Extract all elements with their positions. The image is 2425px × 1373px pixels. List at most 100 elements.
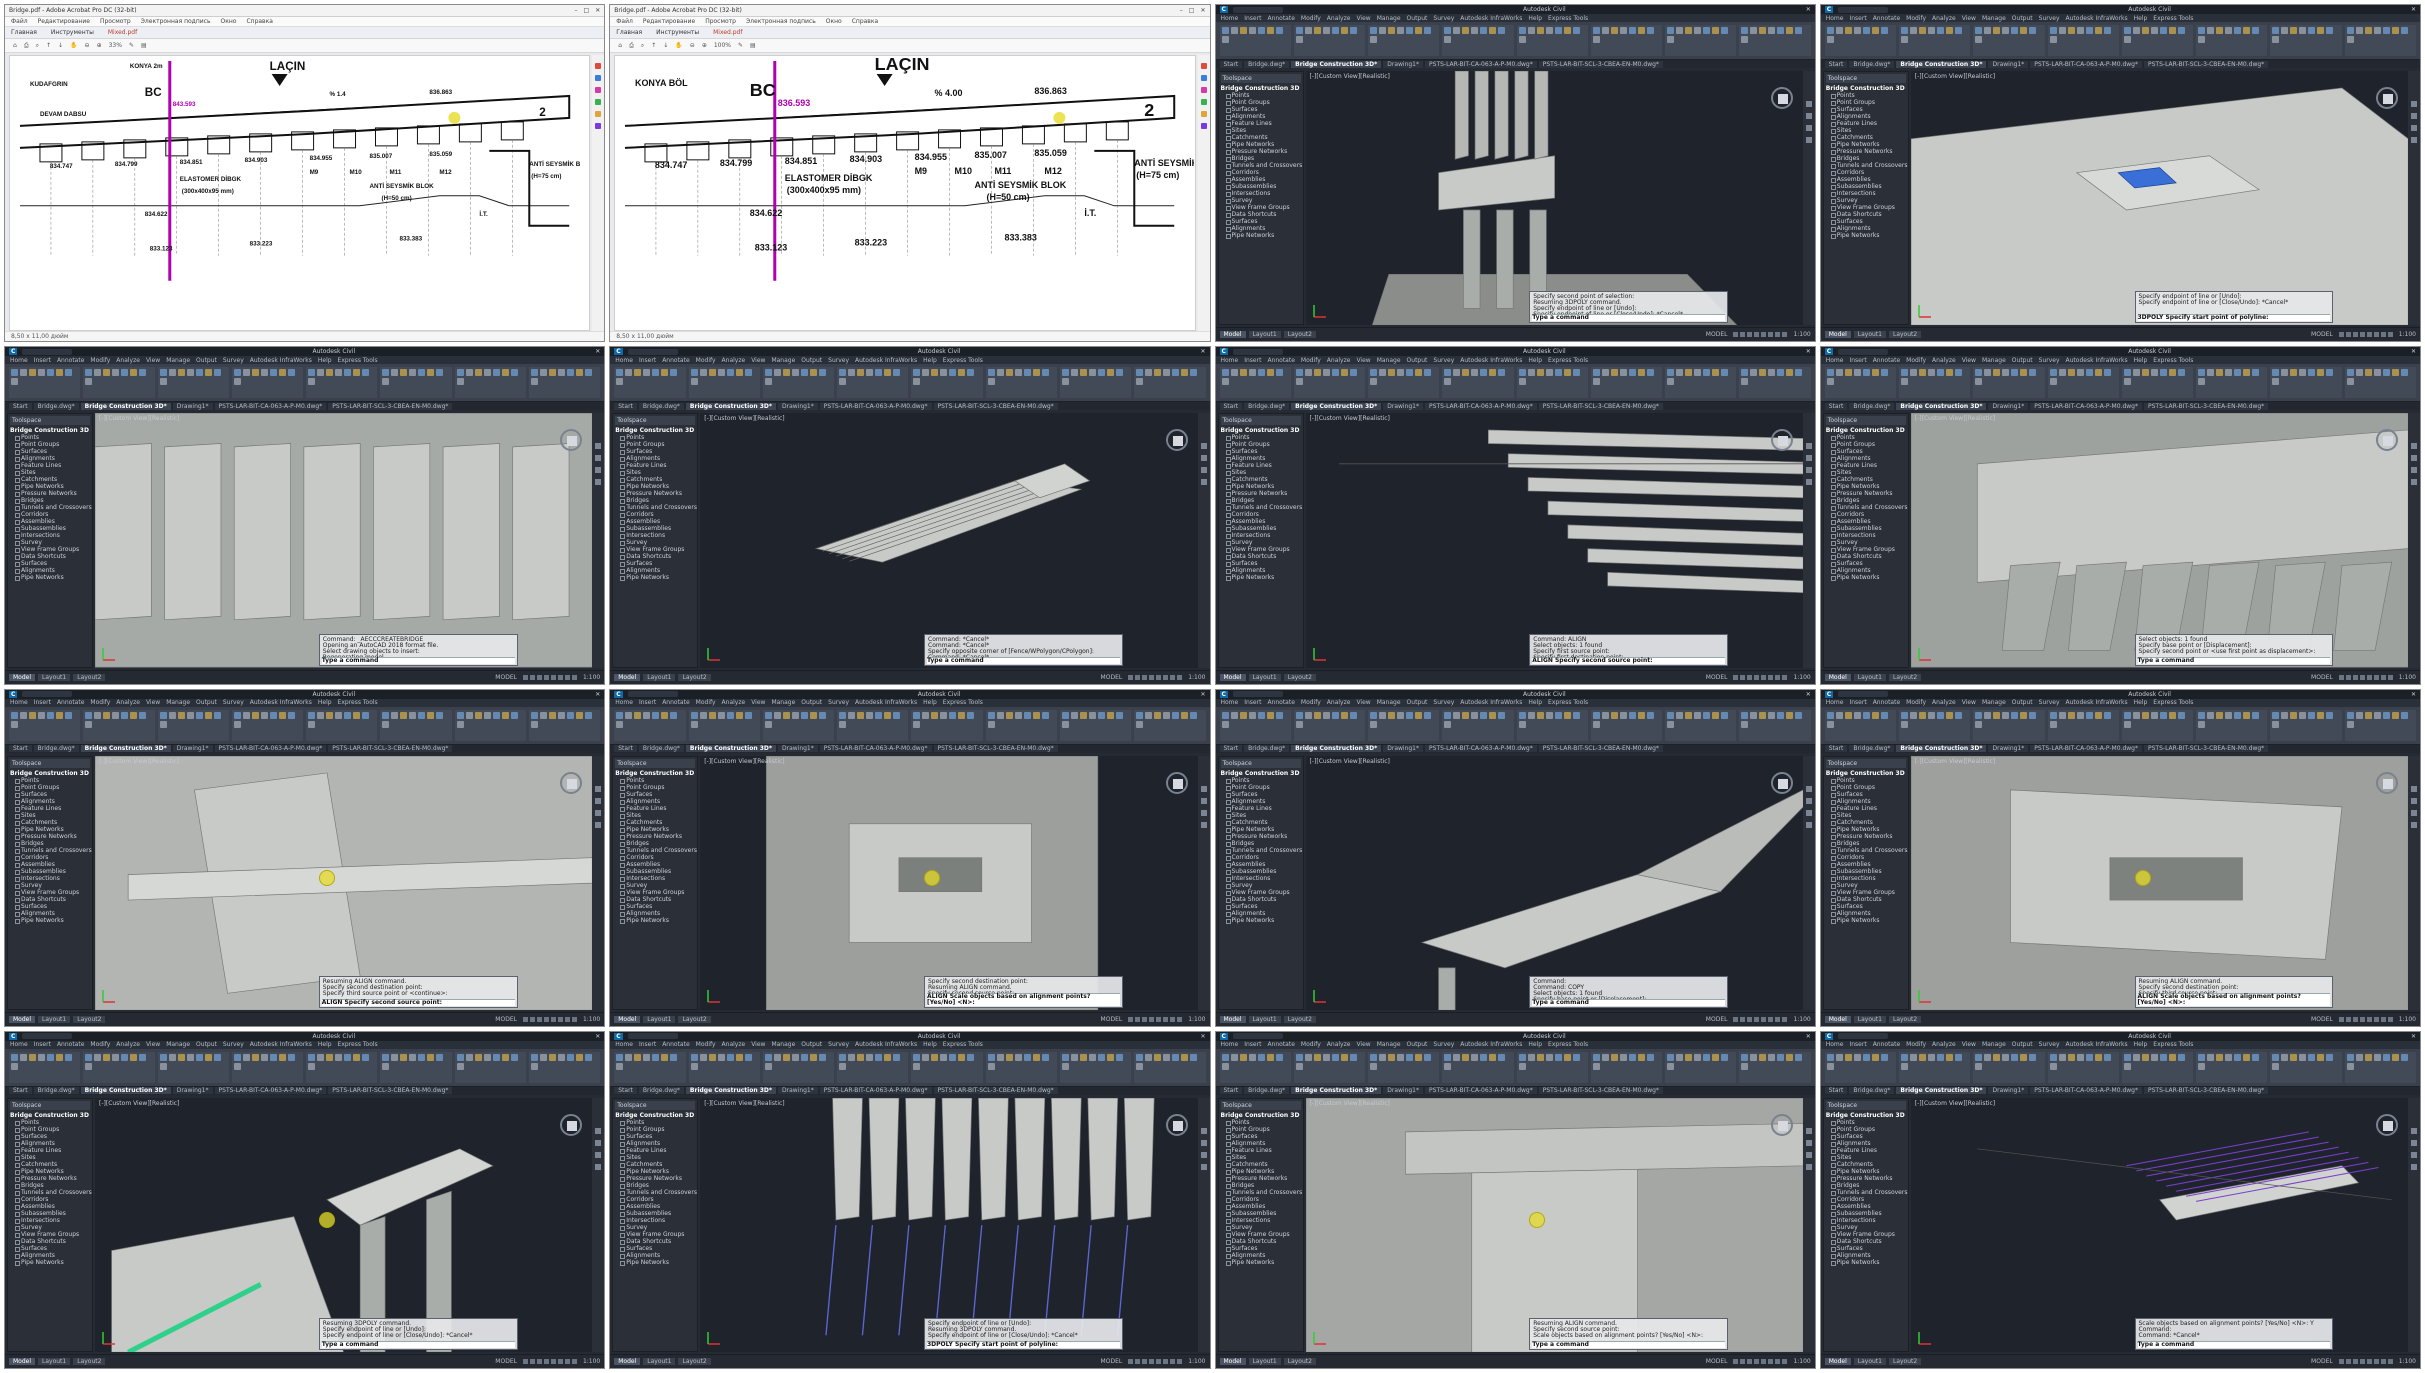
showmotion-icon[interactable] — [2411, 137, 2417, 143]
ribbon-tool-icon[interactable] — [2355, 369, 2363, 377]
ribbon-tool-icon[interactable] — [56, 369, 63, 377]
tree-item-1[interactable]: Point Groups — [1830, 441, 1906, 449]
ribbon-tool-icon[interactable] — [344, 369, 352, 377]
ribbon-tool-icon[interactable] — [530, 711, 538, 719]
ribbon-tool-icon[interactable] — [483, 369, 491, 377]
ribbon-tool-icon[interactable] — [391, 369, 399, 377]
ribbon-tab-8[interactable]: Survey — [1433, 15, 1454, 22]
ribbon-tool-icon[interactable] — [1190, 1053, 1198, 1061]
layout-tab-0[interactable]: Model — [614, 673, 641, 681]
ribbon-tool-icon[interactable] — [2364, 27, 2372, 34]
tree-item-8[interactable]: Pressure Networks — [1830, 490, 1906, 498]
prospector-tree[interactable]: Points Point Groups Surfaces Alignments Feat… — [1826, 777, 1907, 924]
ribbon-tool-icon[interactable] — [958, 711, 966, 719]
navigation-bar[interactable] — [2408, 71, 2420, 326]
ribbon-tab-7[interactable]: Output — [196, 357, 217, 364]
orbit-icon[interactable] — [1805, 125, 1812, 131]
ribbon-tool-icon[interactable] — [2159, 1053, 2167, 1061]
ribbon-tool-icon[interactable] — [1498, 369, 1506, 377]
menu-item-5[interactable]: Справка — [852, 18, 878, 25]
ribbon-tool-icon[interactable] — [195, 1053, 203, 1061]
ribbon-tool-icon[interactable] — [94, 711, 102, 719]
ribbon-tool-icon[interactable] — [1014, 369, 1022, 377]
ribbon-group-5[interactable] — [2196, 1051, 2268, 1083]
ribbon-tool-icon[interactable] — [1322, 711, 1330, 719]
tree-item-6[interactable]: Catchments — [1830, 476, 1906, 484]
ribbon-tool-icon[interactable] — [2225, 369, 2233, 377]
ribbon-tab-10[interactable]: Help — [1528, 15, 1542, 22]
tree-item-19[interactable]: Alignments — [1830, 225, 1906, 232]
menu-bar[interactable]: Файл Редактирование Просмотр Электронная по… — [5, 17, 605, 27]
ribbon-tool-icon[interactable] — [456, 1062, 464, 1070]
ribbon-tool-icon[interactable] — [764, 1053, 772, 1061]
toolspace-panel[interactable]: Toolspace Bridge Construction 3D Points P… — [612, 755, 699, 1010]
tree-item-9[interactable]: Bridges — [1830, 497, 1906, 505]
ribbon-tool-icon[interactable] — [1619, 1053, 1627, 1061]
orbit-icon[interactable] — [1200, 1151, 1207, 1158]
tree-item-11[interactable]: Corridors — [620, 511, 695, 519]
ribbon-tab-3[interactable]: Modify — [1301, 15, 1321, 22]
model-viewport[interactable]: [-][Custom View][Realistic] Specify seco… — [1305, 71, 1803, 326]
ribbon-tool-icon[interactable] — [1984, 711, 1992, 719]
ribbon-tool-icon[interactable] — [1480, 1053, 1488, 1061]
ribbon-tool-icon[interactable] — [1937, 711, 1945, 719]
tree-item-11[interactable]: Corridors — [15, 854, 90, 861]
ribbon-tab-0[interactable]: Home — [615, 699, 633, 706]
tree-item-14[interactable]: Intersections — [1830, 1217, 1906, 1224]
document-tab-5[interactable]: PSTS-LAR-BIT-SCL-3-CBEA-EN-M0.dwg* — [1538, 60, 1663, 68]
tree-item-20[interactable]: Pipe Networks — [1830, 917, 1906, 924]
ribbon-tab-0[interactable]: Home — [1221, 1041, 1239, 1048]
ribbon-tab-2[interactable]: Annotate — [662, 357, 689, 364]
orbit-icon[interactable] — [1805, 467, 1812, 474]
ribbon-tool-icon[interactable] — [1061, 720, 1069, 728]
viewcube-icon[interactable] — [1165, 429, 1188, 452]
tree-item-13[interactable]: Subassemblies — [620, 868, 695, 875]
ribbon-panel[interactable] — [1820, 364, 2420, 403]
prospector-tree[interactable]: Points Point Groups Surfaces Alignments Feat… — [1221, 92, 1302, 239]
ribbon-group-7[interactable] — [2344, 25, 2416, 56]
ribbon-tool-icon[interactable] — [1221, 378, 1229, 386]
tree-item-1[interactable]: Point Groups — [620, 784, 695, 791]
annotation-scale[interactable]: 1:100 — [1793, 1016, 1810, 1023]
ribbon-tool-icon[interactable] — [1444, 27, 1452, 34]
ribbon-tool-icon[interactable] — [2029, 711, 2037, 719]
ribbon-tool-icon[interactable] — [1592, 378, 1600, 386]
ribbon-tool-icon[interactable] — [1480, 27, 1488, 34]
tree-item-3[interactable]: Alignments — [1225, 1140, 1301, 1147]
zoom-icon[interactable] — [1805, 1139, 1812, 1146]
ribbon-tab-11[interactable]: Express Tools — [1548, 15, 1588, 22]
ribbon-tab-6[interactable]: Manage — [166, 357, 190, 364]
ribbon-tool-icon[interactable] — [65, 1053, 72, 1061]
ribbon-tool-icon[interactable] — [958, 369, 966, 377]
ribbon-tool-icon[interactable] — [913, 378, 921, 386]
ribbon-tool-icon[interactable] — [735, 711, 743, 719]
ribbon-tool-icon[interactable] — [1826, 1053, 1834, 1061]
ribbon-tool-icon[interactable] — [2355, 711, 2363, 719]
ribbon-tab-9[interactable]: Autodesk InfraWorks — [2066, 699, 2128, 706]
ribbon-tool-icon[interactable] — [1340, 27, 1348, 34]
ribbon-tab-2[interactable]: Annotate — [57, 357, 84, 364]
ribbon-tool-icon[interactable] — [1079, 1053, 1087, 1061]
ribbon-group-0[interactable] — [1219, 367, 1291, 399]
ribbon-tool-icon[interactable] — [575, 369, 583, 377]
tree-item-19[interactable]: Alignments — [1830, 1252, 1906, 1259]
ribbon-tool-icon[interactable] — [1370, 720, 1378, 728]
tree-item-15[interactable]: Survey — [1830, 197, 1906, 204]
ribbon-tool-icon[interactable] — [2123, 36, 2131, 43]
ribbon-tool-icon[interactable] — [958, 1053, 966, 1061]
toolspace-panel[interactable]: Toolspace Bridge Construction 3D Points P… — [1822, 1097, 1909, 1352]
ribbon-group-2[interactable] — [1368, 367, 1440, 399]
layout-tabs[interactable]: Model Layout1 Layout2 — [1824, 1015, 1922, 1023]
tree-item-4[interactable]: Feature Lines — [1225, 1147, 1301, 1154]
document-tab-1[interactable]: Bridge.dwg* — [1244, 60, 1290, 68]
ribbon-tool-icon[interactable] — [1993, 369, 2001, 377]
ribbon-tool-icon[interactable] — [1712, 1053, 1720, 1061]
document-tab-4[interactable]: PSTS-LAR-BIT-CA-063-A-P-M0.dwg* — [2030, 402, 2142, 410]
minimize-icon[interactable]: – — [1180, 7, 1183, 14]
document-tab-3[interactable]: Drawing1* — [172, 402, 213, 410]
ribbon-tool-icon[interactable] — [2225, 27, 2233, 34]
tree-item-19[interactable]: Alignments — [15, 1252, 90, 1259]
ribbon-tool-icon[interactable] — [1984, 369, 1992, 377]
ribbon-tool-icon[interactable] — [1667, 27, 1675, 34]
ribbon-tool-icon[interactable] — [391, 1053, 399, 1061]
